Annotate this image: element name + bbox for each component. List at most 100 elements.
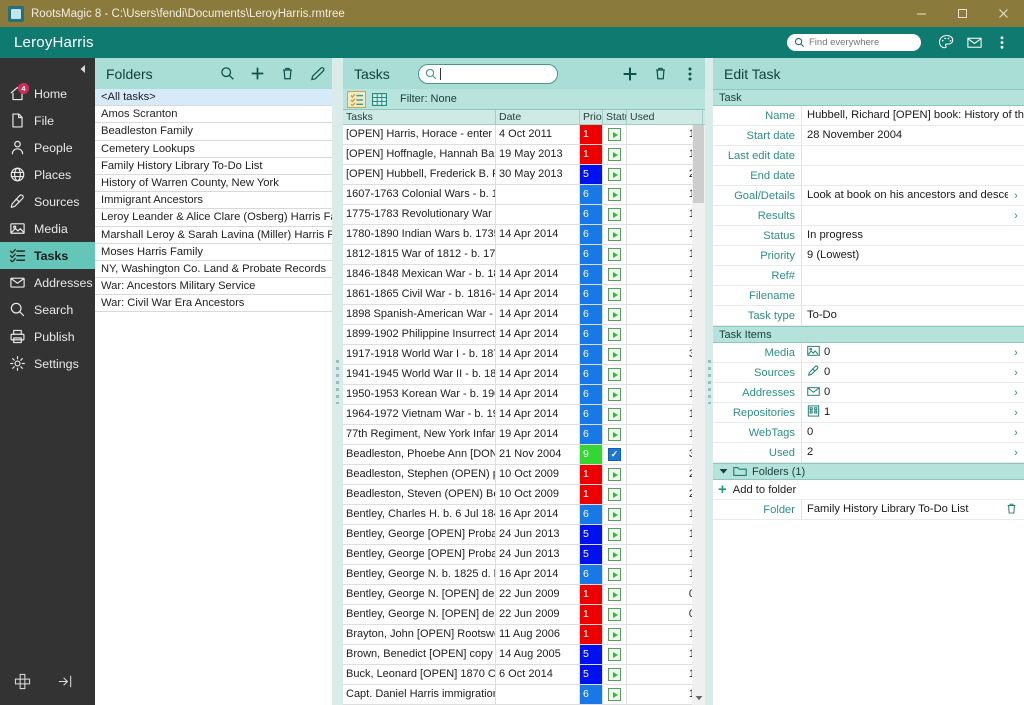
mail-icon[interactable] xyxy=(961,30,987,56)
table-row[interactable]: Bentley, George N. [OPEN] death infor22 … xyxy=(343,605,692,625)
task-delete-button[interactable] xyxy=(645,59,675,89)
collapse-panel-icon[interactable] xyxy=(57,673,74,693)
edit-field-value[interactable] xyxy=(801,286,1024,306)
sidebar-item-tasks[interactable]: Tasks xyxy=(0,242,95,269)
table-row[interactable]: Capt. Daniel Harris immigration record61 xyxy=(343,685,692,705)
table-row[interactable]: Brayton, John [OPEN] Rootsweb datab11 Au… xyxy=(343,625,692,645)
add-to-folder-button[interactable]: + Add to folder xyxy=(713,480,1024,500)
folders-delete-button[interactable] xyxy=(272,59,302,89)
task-status-cell[interactable] xyxy=(603,145,627,164)
folder-list-item[interactable]: Moses Harris Family xyxy=(95,244,332,261)
edit-field-value[interactable]: 9 (Lowest) xyxy=(801,246,1024,266)
task-status-cell[interactable] xyxy=(603,385,627,404)
close-button[interactable] xyxy=(983,0,1024,27)
task-item-value-wrap[interactable]: 2 xyxy=(801,443,1008,463)
table-row[interactable]: Beadleston, Steven (OPEN) Beadleston10 O… xyxy=(343,485,692,505)
task-status-cell[interactable] xyxy=(603,465,627,484)
folder-list-item[interactable]: War: Civil War Era Ancestors xyxy=(95,295,332,312)
folder-list-item[interactable]: Beadleston Family xyxy=(95,123,332,140)
folders-edit-button[interactable] xyxy=(302,59,332,89)
task-item-value-wrap[interactable]: 1 xyxy=(801,403,1008,423)
find-everywhere-box[interactable] xyxy=(787,34,921,51)
folder-list-item[interactable]: <All tasks> xyxy=(95,89,332,106)
column-header-tasks[interactable]: Tasks xyxy=(343,110,496,124)
table-row[interactable]: 1775-1783 Revolutionary War - b. 172561 xyxy=(343,205,692,225)
column-header-priority[interactable]: Prior xyxy=(580,110,603,124)
chevron-right-icon[interactable]: › xyxy=(1008,367,1024,379)
table-row[interactable]: Bentley, George N. b. 1825 d. bef 18516 … xyxy=(343,565,692,585)
table-row[interactable]: Buck, Leonard [OPEN] 1870 Census6 Oct 20… xyxy=(343,665,692,685)
folder-list-item[interactable]: Immigrant Ancestors xyxy=(95,192,332,209)
sidebar-collapse-button[interactable] xyxy=(0,58,95,80)
task-status-cell[interactable] xyxy=(603,205,627,224)
table-row[interactable]: 1941-1945 World War II - b. 1896-19314 A… xyxy=(343,365,692,385)
edit-field-value[interactable] xyxy=(801,266,1024,286)
table-row[interactable]: 1899-1902 Philippine Insurrection - b.14… xyxy=(343,325,692,345)
folders-search-button[interactable] xyxy=(212,59,242,89)
edit-field-value[interactable]: In progress xyxy=(801,226,1024,246)
task-status-cell[interactable] xyxy=(603,565,627,584)
edit-field-value[interactable]: 28 November 2004 xyxy=(801,126,1024,146)
list-view-button[interactable] xyxy=(347,91,366,108)
table-row[interactable]: 77th Regiment, New York Infantry deta19 … xyxy=(343,425,692,445)
table-row[interactable]: 1964-1972 Vietnam War - b. 1919-19514 Ap… xyxy=(343,405,692,425)
folders-add-button[interactable] xyxy=(242,59,272,89)
task-status-cell[interactable] xyxy=(603,685,627,704)
table-row[interactable]: 1898 Spanish-American War - b. 1853-14 A… xyxy=(343,305,692,325)
task-status-cell[interactable]: ✓ xyxy=(603,445,627,464)
sidebar-item-search[interactable]: Search xyxy=(0,296,95,323)
task-status-cell[interactable] xyxy=(603,525,627,544)
chevron-right-icon[interactable]: › xyxy=(1008,347,1024,359)
table-row[interactable]: 1861-1865 Civil War - b. 1816-1851 A14 A… xyxy=(343,285,692,305)
table-row[interactable]: [OPEN] Harris, Horace - enter informat4 … xyxy=(343,125,692,145)
folders-tasks-splitter[interactable] xyxy=(332,58,343,705)
sidebar-item-places[interactable]: Places xyxy=(0,161,95,188)
task-status-cell[interactable] xyxy=(603,305,627,324)
task-status-cell[interactable] xyxy=(603,665,627,684)
task-item-value-wrap[interactable]: 0 xyxy=(801,343,1008,363)
grid-view-button[interactable] xyxy=(370,91,389,108)
task-item-value-wrap[interactable]: 0 xyxy=(801,383,1008,403)
sidebar-item-sources[interactable]: Sources xyxy=(0,188,95,215)
table-row[interactable]: Brown, Benedict [OPEN] copy book: Br14 A… xyxy=(343,645,692,665)
task-more-button[interactable] xyxy=(675,59,705,89)
edit-field-value[interactable] xyxy=(801,206,1008,226)
sidebar-item-settings[interactable]: Settings xyxy=(0,350,95,377)
minimize-button[interactable] xyxy=(901,0,942,27)
task-status-cell[interactable] xyxy=(603,405,627,424)
folders-list[interactable]: <All tasks>Amos ScrantonBeadleston Famil… xyxy=(95,89,332,705)
tasks-rows-container[interactable]: [OPEN] Harris, Horace - enter informat4 … xyxy=(343,125,692,705)
table-row[interactable]: Bentley, Charles H. b. 6 Jul 1843-185416… xyxy=(343,505,692,525)
task-status-cell[interactable] xyxy=(603,645,627,664)
table-row[interactable]: 1846-1848 Mexican War - b. 1801-18314 Ap… xyxy=(343,265,692,285)
task-status-cell[interactable] xyxy=(603,325,627,344)
more-options-icon[interactable] xyxy=(989,30,1015,56)
task-item-value-wrap[interactable]: 0 xyxy=(801,423,1008,443)
task-status-cell[interactable] xyxy=(603,165,627,184)
tasks-vertical-scrollbar[interactable] xyxy=(692,125,705,705)
task-status-cell[interactable] xyxy=(603,625,627,644)
folder-list-item[interactable]: Family History Library To-Do List xyxy=(95,158,332,175)
column-header-date[interactable]: Date xyxy=(496,110,580,124)
tasks-search-box[interactable] xyxy=(418,64,558,84)
task-status-cell[interactable] xyxy=(603,505,627,524)
task-status-cell[interactable] xyxy=(603,585,627,604)
sidebar-item-publish[interactable]: Publish xyxy=(0,323,95,350)
table-row[interactable]: Bentley, George N. [OPEN] death infor22 … xyxy=(343,585,692,605)
task-status-cell[interactable] xyxy=(603,245,627,264)
edit-field-value[interactable]: Look at book on his ancestors and descen… xyxy=(801,186,1008,206)
folder-list-item[interactable]: War: Ancestors Military Service xyxy=(95,278,332,295)
find-everywhere-input[interactable] xyxy=(809,37,914,48)
folder-list-item[interactable]: Leroy Leander & Alice Clare (Osberg) Har… xyxy=(95,209,332,226)
folder-field-value[interactable]: Family History Library To-Do List xyxy=(801,500,1005,520)
task-status-cell[interactable] xyxy=(603,345,627,364)
folders-section-header[interactable]: Folders (1) xyxy=(713,463,1024,480)
folder-list-item[interactable]: History of Warren County, New York xyxy=(95,175,332,192)
folder-delete-icon[interactable] xyxy=(1005,502,1019,518)
table-row[interactable]: 1607-1763 Colonial Wars - b. 1562-17461 xyxy=(343,185,692,205)
chevron-right-icon[interactable]: › xyxy=(1008,407,1024,419)
chevron-right-icon[interactable]: › xyxy=(1008,427,1024,439)
sidebar-item-home[interactable]: 4Home xyxy=(0,80,95,107)
folder-list-item[interactable]: NY, Washington Co. Land & Probate Record… xyxy=(95,261,332,278)
chevron-right-icon[interactable]: › xyxy=(1008,387,1024,399)
